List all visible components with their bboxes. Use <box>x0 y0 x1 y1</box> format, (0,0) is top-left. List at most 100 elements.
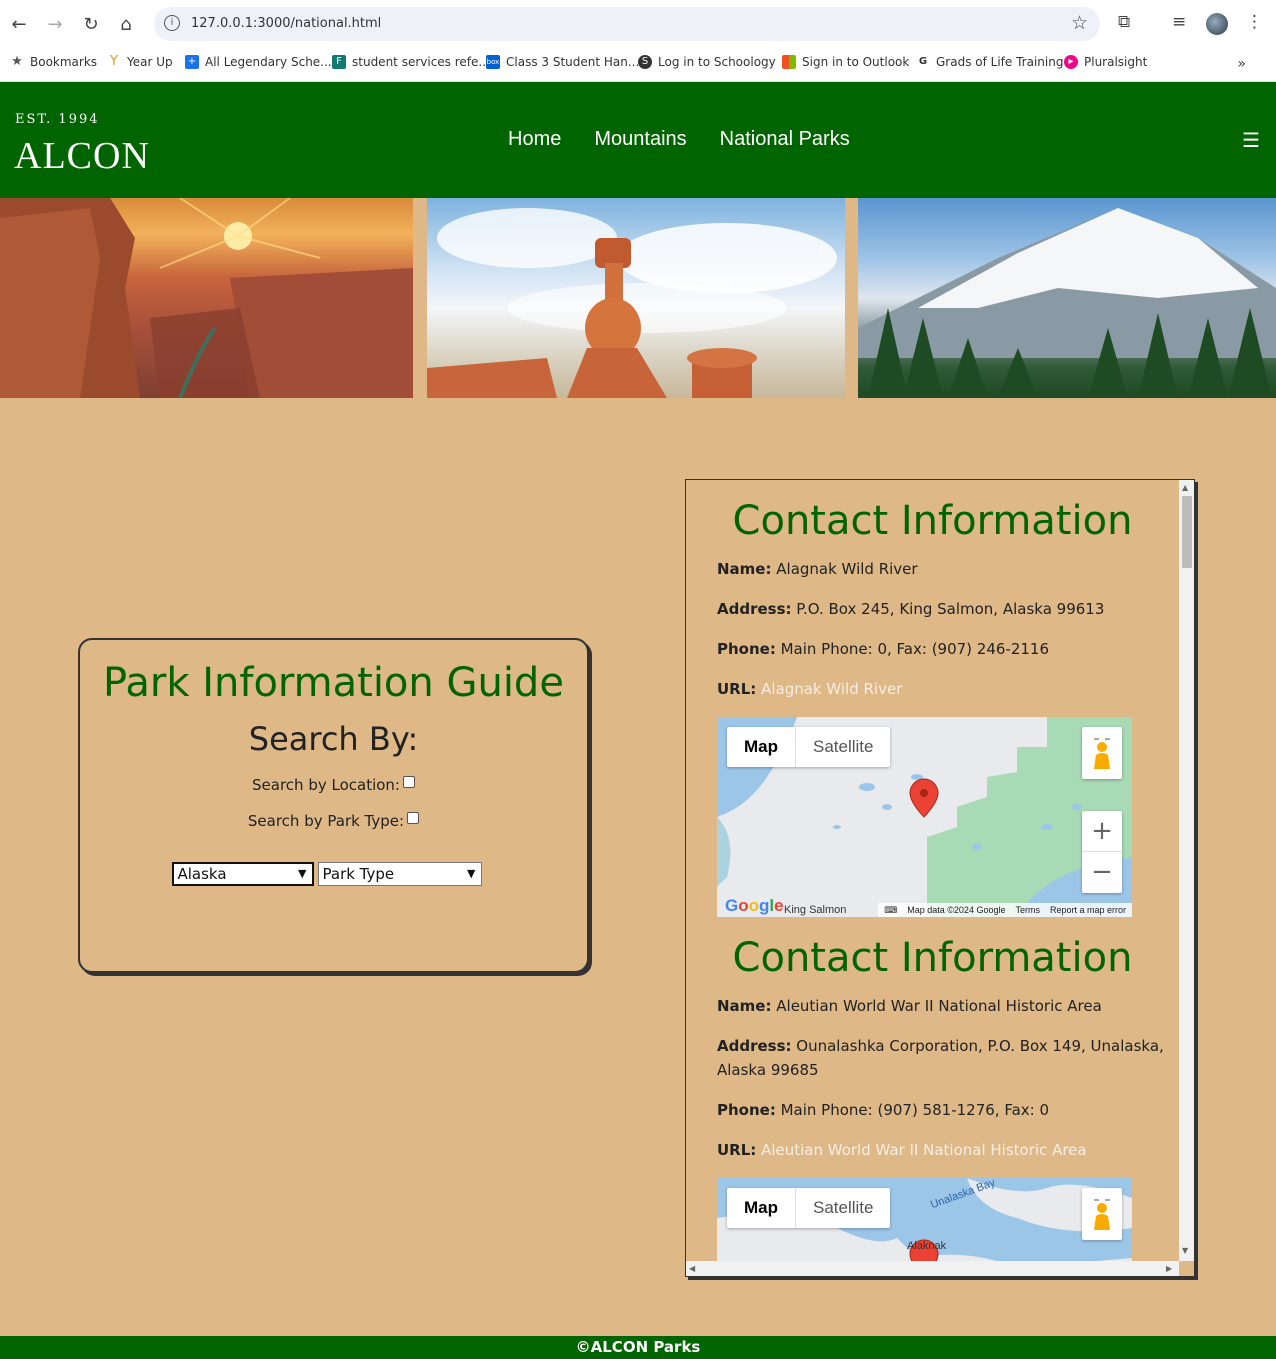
bookmark-item[interactable]: Y Year Up <box>107 54 173 70</box>
browser-menu-icon[interactable]: ⋮ <box>1246 12 1263 32</box>
map-button[interactable]: Map <box>727 727 796 767</box>
location-select[interactable]: Alaska ▼ <box>171 862 314 886</box>
main-nav: Home Mountains National Parks <box>508 128 850 151</box>
site-footer: ©ALCON Parks <box>0 1336 1276 1359</box>
media-control-icon[interactable]: ≡ <box>1172 12 1186 32</box>
site-logo[interactable]: ALCON <box>14 134 150 178</box>
schoology-icon: S <box>638 55 652 69</box>
bookmark-item[interactable]: G Grads of Life Training <box>916 55 1064 69</box>
contact-phone: Phone: Main Phone: 0, Fax: (907) 246-211… <box>717 640 1050 658</box>
bookmark-item[interactable]: box Class 3 Student Han... <box>486 55 639 69</box>
terms-link[interactable]: Terms <box>1015 905 1040 917</box>
hero-image-mount-rainier <box>858 198 1276 398</box>
forward-icon[interactable]: → <box>43 12 67 36</box>
scroll-down-icon[interactable]: ▼ <box>1182 1246 1188 1255</box>
contact-heading: Contact Information <box>732 935 1133 981</box>
zoom-in-button[interactable]: + <box>1082 811 1122 852</box>
chevron-down-icon: ▼ <box>467 867 476 880</box>
nav-national-parks[interactable]: National Parks <box>720 128 850 151</box>
plus-icon: + <box>185 55 199 69</box>
bookmark-item[interactable]: Fstudent services refe... <box>332 55 490 69</box>
extensions-icon[interactable]: ⧉ <box>1118 12 1130 32</box>
yearup-icon: Y <box>110 54 118 69</box>
bookmark-item[interactable]: ▸ Pluralsight <box>1064 55 1147 69</box>
contact-phone: Phone: Main Phone: (907) 581-1276, Fax: … <box>717 1101 1050 1119</box>
park-type-select[interactable]: Park Type ▼ <box>317 862 482 886</box>
google-logo: Google <box>725 896 784 915</box>
forms-icon: F <box>332 55 346 69</box>
guide-subtitle: Search By: <box>248 720 419 758</box>
box-icon: box <box>486 55 500 69</box>
map-type-toggle: Map Satellite <box>727 1188 891 1228</box>
contact-heading: Contact Information <box>732 498 1133 544</box>
keyboard-icon[interactable]: ⌨ <box>884 905 897 917</box>
search-by-location-row: Search by Location: <box>80 776 587 794</box>
back-icon[interactable]: ← <box>7 12 31 36</box>
hero-image-bryce-canyon <box>427 198 845 398</box>
profile-avatar[interactable] <box>1206 13 1228 35</box>
address-bar[interactable]: i 127.0.0.1:3000/national.html ☆ <box>154 7 1100 41</box>
map-data-text: Map data ©2024 Google <box>907 905 1006 915</box>
browser-toolbar: ← → ↻ ⌂ i 127.0.0.1:3000/national.html ☆… <box>0 0 1276 48</box>
search-by-type-label: Search by Park Type: <box>247 812 405 830</box>
map-button[interactable]: Map <box>727 1188 796 1228</box>
map-type-toggle: Map Satellite <box>727 727 891 767</box>
bookmark-item[interactable]: Sign in to Outlook <box>782 55 909 69</box>
park-link[interactable]: Aleutian World War II National Historic … <box>761 1141 1087 1159</box>
hero-image-grand-canyon <box>0 198 413 398</box>
map-place-label: Alaknak <box>907 1240 947 1252</box>
bookmarks-bar: ★ Bookmarks Y Year Up + All Legendary Sche.… <box>0 48 1276 82</box>
guide-title: Park Information Guide <box>103 660 564 706</box>
contact-panel[interactable]: Contact Information Name: Alagnak Wild R… <box>685 479 1195 1277</box>
zoom-out-button[interactable]: − <box>1082 852 1122 893</box>
contact-name: Name: Alagnak Wild River <box>717 560 918 578</box>
address-url[interactable]: 127.0.0.1:3000/national.html <box>191 16 381 31</box>
nav-home[interactable]: Home <box>508 128 561 151</box>
pluralsight-icon: ▸ <box>1064 55 1078 69</box>
contact-name: Name: Aleutian World War II National His… <box>717 997 1102 1015</box>
horizontal-scrollbar[interactable]: ◀ ▶ <box>686 1261 1179 1276</box>
search-selects: Alaska ▼ Park Type ▼ <box>66 862 587 886</box>
nav-mountains[interactable]: Mountains <box>594 128 686 151</box>
google-map[interactable]: Map Satellite + − King Salmon Google ⌨ M… <box>717 717 1132 917</box>
bookmark-item[interactable]: S Log in to Schoology <box>638 55 776 69</box>
g-icon: G <box>918 56 928 67</box>
scrollbar-thumb[interactable] <box>1182 496 1192 568</box>
bookmark-star-icon[interactable]: ☆ <box>1071 12 1088 34</box>
chevron-down-icon: ▼ <box>298 867 307 880</box>
reload-icon[interactable]: ↻ <box>79 12 103 36</box>
scroll-right-icon[interactable]: ▶ <box>1166 1264 1172 1273</box>
contact-address: Address: P.O. Box 245, King Salmon, Alas… <box>717 600 1105 618</box>
report-error-link[interactable]: Report a map error <box>1050 905 1126 917</box>
search-by-type-row: Search by Park Type: <box>80 812 587 830</box>
bookmarks-overflow-icon[interactable]: » <box>1237 56 1246 72</box>
map-footer: Google ⌨ Map data ©2024 Google Terms Rep… <box>717 896 1132 917</box>
satellite-button[interactable]: Satellite <box>796 727 890 767</box>
microsoft-icon <box>782 55 796 69</box>
search-by-type-checkbox[interactable] <box>407 812 420 824</box>
park-link[interactable]: Alagnak Wild River <box>761 680 902 698</box>
bookmark-item[interactable]: ★ Bookmarks <box>10 54 97 70</box>
contact-list: Contact Information Name: Alagnak Wild R… <box>686 480 1179 1276</box>
search-by-location-checkbox[interactable] <box>402 776 415 788</box>
site-info-icon[interactable]: i <box>164 15 180 31</box>
scroll-left-icon[interactable]: ◀ <box>689 1264 695 1273</box>
scroll-up-icon[interactable]: ▲ <box>1182 483 1188 492</box>
satellite-button[interactable]: Satellite <box>796 1188 890 1228</box>
bookmark-item[interactable]: + All Legendary Sche... <box>185 55 332 69</box>
home-icon[interactable]: ⌂ <box>114 12 138 36</box>
star-icon: ★ <box>11 54 23 69</box>
site-header: EST. 1994 ALCON Home Mountains National … <box>0 82 1276 198</box>
park-information-guide: Park Information Guide Search By: Search… <box>78 638 589 973</box>
contact-address: Address: Ounalashka Corporation, P.O. Bo… <box>717 1037 1164 1079</box>
contact-url: URL: Aleutian World War II National Hist… <box>717 1141 1087 1159</box>
zoom-control: + − <box>1082 811 1122 893</box>
pegman-icon[interactable] <box>1082 1188 1122 1240</box>
map-attribution: ⌨ Map data ©2024 Google Terms Report a m… <box>878 903 1132 917</box>
pegman-icon[interactable] <box>1082 727 1122 779</box>
contact-url: URL: Alagnak Wild River <box>717 680 903 698</box>
vertical-scrollbar[interactable]: ▲ ▼ <box>1179 480 1194 1261</box>
hamburger-icon[interactable]: ☰ <box>1242 128 1260 152</box>
search-by-location-label: Search by Location: <box>252 776 400 794</box>
established-text: EST. 1994 <box>15 112 100 127</box>
